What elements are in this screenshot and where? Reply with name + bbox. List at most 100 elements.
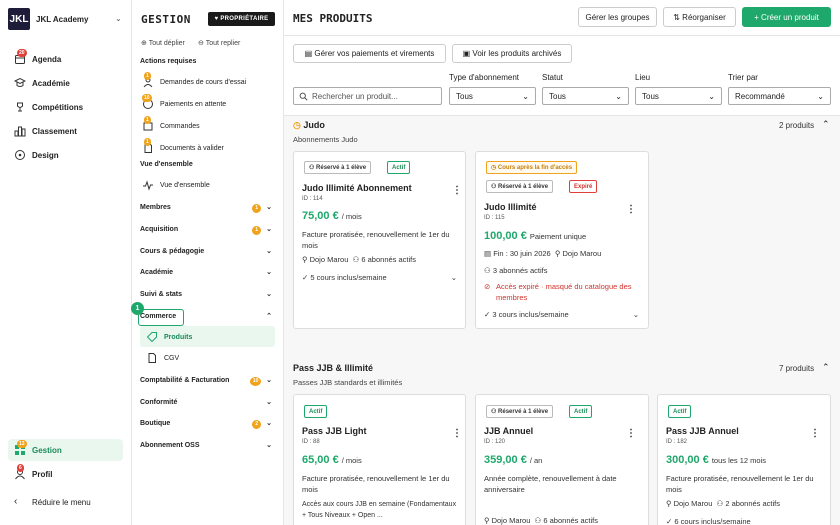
chevron-down-icon: ⌄ (266, 442, 272, 449)
left-nav: JKL JKL Academy ⌄ 20 Agenda Académie Com… (0, 0, 132, 525)
trophy-icon (14, 101, 26, 113)
academy-name: JKL Academy (36, 14, 89, 24)
user-icon: 6 (14, 464, 26, 480)
action-documents[interactable]: 1 Documents à valider (142, 138, 224, 154)
section-judo-title[interactable]: ◷ Judo (293, 120, 325, 131)
chevron-down-icon: ⌄ (266, 291, 272, 298)
manage-payments-button[interactable]: ▤ Gérer vos paiements et virements (293, 44, 446, 63)
action-label: Demandes de cours d'essai (160, 78, 247, 86)
courses-row[interactable]: ✓ 5 cours inclus/semaine ⌄ (302, 273, 457, 282)
reorder-button[interactable]: ⇅ Réorganiser (663, 7, 736, 27)
calendar-icon: ▤ (484, 249, 492, 258)
action-label: Commandes (160, 122, 200, 130)
documents-badge: 1 (144, 138, 151, 146)
more-menu-icon[interactable]: ⋮ (626, 205, 636, 215)
nav-item-competitions[interactable]: Compétitions (14, 101, 83, 113)
action-trial-requests[interactable]: 1 Demandes de cours d'essai (142, 72, 247, 88)
group-label: Abonnement OSS (140, 441, 200, 449)
nav-item-design[interactable]: Design (14, 149, 59, 161)
chevron-down-icon: ⌄ (266, 204, 272, 211)
users-icon: ⚇ (484, 266, 491, 275)
nav-item-classement[interactable]: Classement (14, 125, 77, 137)
overview-item[interactable]: Vue d'ensemble (142, 179, 210, 191)
tag-icon (146, 331, 158, 343)
product-id: ID : 120 (484, 439, 506, 445)
cart-icon: 1 (142, 116, 154, 132)
group-acquisition[interactable]: Acquisition 1 ⌄ (140, 225, 272, 235)
group-membres[interactable]: Membres 1 ⌄ (140, 203, 272, 213)
collapse-all-link[interactable]: ⊖ Tout replier (198, 39, 240, 47)
search-input[interactable]: Rechercher un produit... (293, 87, 442, 105)
courses-row[interactable]: ✓ 6 cours inclus/semaine (666, 517, 751, 525)
tour-step-marker: 1 (131, 302, 144, 315)
product-description: Facture proratisée, renouvellement le 1e… (666, 474, 814, 494)
product-card[interactable]: ⚇ Réservé à 1 élève Actif Judo Illimité … (293, 151, 466, 329)
group-conformite[interactable]: Conformité ⌄ (140, 398, 272, 407)
group-boutique[interactable]: Boutique 2 ⌄ (140, 419, 272, 429)
product-card[interactable]: Actif Pass JJB Light ID : 88 ⋮ 65,00 € / … (293, 394, 466, 525)
gestion-panel: GESTION ♥ PROPRIÉTAIRE ⊕ Tout déplier ⊖ … (132, 0, 284, 525)
cgv-label: CGV (164, 354, 180, 362)
product-card[interactable]: Actif Pass JJB Annuel ID : 182 ⋮ 300,00 … (657, 394, 831, 525)
reduce-menu-button[interactable]: ‹ Réduire le menu (14, 496, 91, 508)
product-card[interactable]: ⚇ Réservé à 1 élève Actif JJB Annuel ID … (475, 394, 649, 525)
more-menu-icon[interactable]: ⋮ (452, 186, 462, 196)
document-icon: 1 (142, 138, 154, 154)
gestion-title: GESTION (141, 13, 191, 26)
produits-label: Produits (164, 333, 193, 341)
filter-type-select[interactable]: Tous ⌄ (449, 87, 536, 105)
expired-warning: ⊘ Accès expiré · masqué du catalogue des … (484, 281, 644, 303)
filter-status-select[interactable]: Tous ⌄ (542, 87, 629, 105)
group-suivi[interactable]: Suivi & stats ⌄ (140, 290, 272, 299)
price-value: 300,00 € (666, 454, 709, 466)
owner-label: PROPRIÉTAIRE (220, 16, 269, 22)
filter-location-label: Lieu (635, 73, 651, 82)
expand-all-link[interactable]: ⊕ Tout déplier (141, 39, 185, 47)
action-pending-payments[interactable]: 10 Paiements en attente (142, 94, 226, 110)
action-orders[interactable]: 1 Commandes (142, 116, 200, 132)
user-add-icon: 1 (142, 72, 154, 88)
filter-location-select[interactable]: Tous ⌄ (635, 87, 722, 105)
archived-products-button[interactable]: ▣ Voir les produits archivés (452, 44, 572, 63)
section-jjb-subtitle: Passes JJB standards et illimités (293, 378, 403, 387)
manage-groups-button[interactable]: Gérer les groupes (578, 7, 657, 27)
more-menu-icon[interactable]: ⋮ (452, 429, 462, 439)
product-description: Facture proratisée, renouvellement le 1e… (302, 474, 450, 494)
nav-item-gestion[interactable]: 13 Gestion (14, 440, 62, 456)
search-icon (299, 92, 308, 101)
sort-select[interactable]: Recommandé ⌄ (728, 87, 831, 105)
users-icon: ⚇ (534, 516, 542, 525)
group-comptabilite[interactable]: Comptabilité & Facturation 10 ⌄ (140, 376, 272, 386)
product-price: 359,00 € / an (484, 454, 542, 466)
group-abonnement-oss[interactable]: Abonnement OSS ⌄ (140, 441, 272, 450)
chevron-up-icon[interactable]: ⌃ (822, 119, 830, 130)
school-icon (13, 77, 27, 89)
location-icon: ⚲ (666, 499, 672, 508)
filter-status-label: Statut (542, 73, 563, 82)
more-menu-icon[interactable]: ⋮ (626, 429, 636, 439)
price-value: 75,00 € (302, 210, 339, 222)
subscribers-text: 3 abonnés actifs (492, 266, 548, 275)
commerce-item-cgv[interactable]: CGV (146, 352, 179, 364)
product-name: Judo Illimité Abonnement (302, 183, 412, 193)
payments-badge: 10 (142, 94, 152, 102)
nav-item-agenda[interactable]: 20 Agenda (14, 49, 61, 65)
courses-row[interactable]: ✓ 3 cours inclus/semaine ⌄ (484, 310, 639, 319)
price-period: / an (529, 456, 543, 465)
brand-switcher[interactable]: JKL JKL Academy (8, 8, 88, 30)
create-product-button[interactable]: + Créer un produit (742, 7, 831, 27)
product-card[interactable]: ◷ Cours après la fin d'accès ⚇ Réservé à… (475, 151, 649, 329)
more-menu-icon[interactable]: ⋮ (810, 429, 820, 439)
chevron-up-icon[interactable]: ⌃ (822, 362, 830, 373)
chevron-down-icon[interactable]: ⌄ (115, 14, 122, 23)
nav-item-profil[interactable]: 6 Profil (14, 464, 52, 480)
nav-item-academie[interactable]: Académie (13, 77, 70, 89)
group-academie[interactable]: Académie ⌄ (140, 268, 272, 277)
users-icon: ⚇ (352, 255, 360, 264)
commerce-item-produits[interactable]: Produits (146, 331, 192, 343)
group-cours[interactable]: Cours & pédagogie ⌄ (140, 247, 272, 256)
section-jjb-title[interactable]: Pass JJB & Illimité (293, 363, 373, 373)
group-badge: 1 (252, 225, 262, 235)
product-meta: ▤ Fin : 30 juin 2026 ⚲ Dojo Marou (484, 249, 601, 258)
group-badge: 1 (252, 203, 262, 213)
